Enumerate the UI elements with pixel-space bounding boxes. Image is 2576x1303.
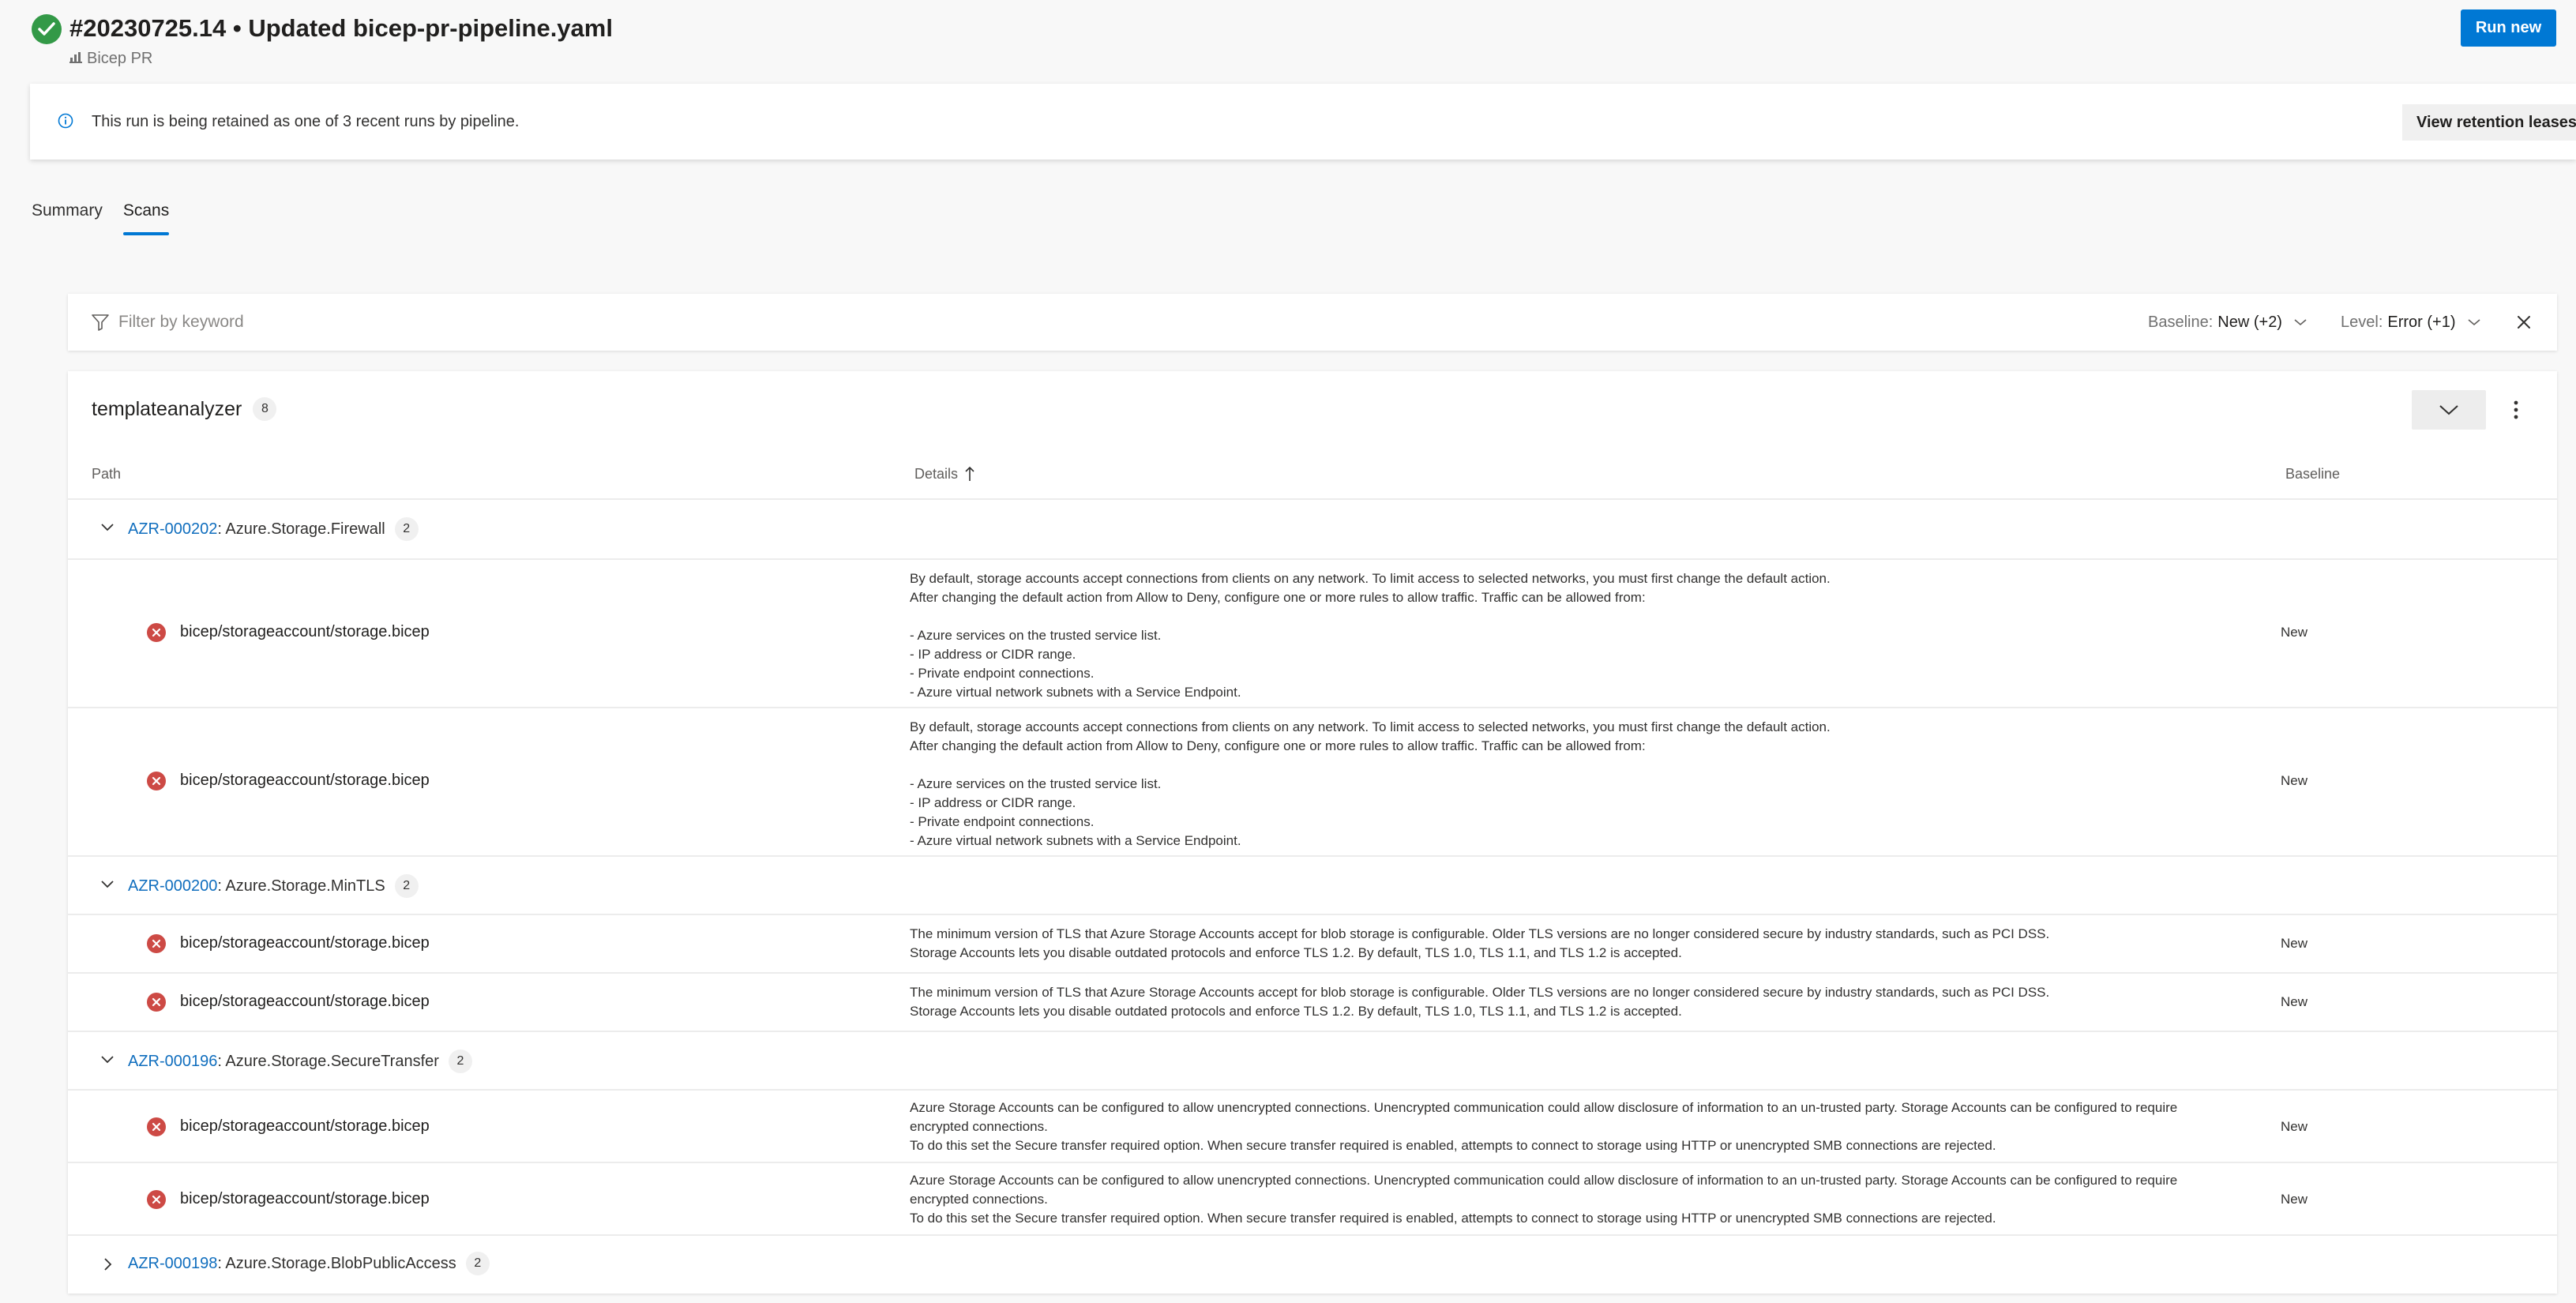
tool-name: templateanalyzer	[92, 398, 242, 420]
pipeline-name: Bicep PR	[87, 50, 153, 67]
result-baseline: New	[2281, 994, 2308, 1009]
group-count-badge: 2	[465, 1252, 490, 1275]
tool-header: templateanalyzer 8	[92, 395, 277, 423]
level-filter-label: Level:	[2341, 314, 2383, 331]
error-circle-icon	[147, 934, 166, 953]
collapse-all-button[interactable]	[2412, 390, 2486, 430]
run-header: #20230725.14 • Updated bicep-pr-pipeline…	[32, 9, 2559, 68]
tab-summary[interactable]: Summary	[32, 196, 103, 237]
chevron-down-icon	[2293, 311, 2308, 333]
result-details: The minimum version of TLS that Azure St…	[910, 985, 2050, 1019]
group-count-badge: 2	[394, 517, 419, 541]
result-details: Azure Storage Accounts can be configured…	[910, 1173, 2178, 1226]
chevron-down-icon	[2467, 311, 2481, 333]
more-options-icon[interactable]	[2508, 395, 2524, 425]
result-baseline: New	[2281, 625, 2308, 640]
results-card: templateanalyzer 8 Path Details Baseline…	[68, 371, 2557, 1294]
result-row[interactable]: bicep/storageaccount/storage.bicep Azure…	[68, 1162, 2557, 1234]
run-title: #20230725.14 • Updated bicep-pr-pipeline…	[69, 14, 613, 42]
rule-id-link[interactable]: AZR-000200	[128, 877, 217, 895]
group-count-badge: 2	[448, 1050, 472, 1073]
result-row[interactable]: bicep/storageaccount/storage.bicep Azure…	[68, 1089, 2557, 1162]
result-path: bicep/storageaccount/storage.bicep	[180, 1190, 430, 1207]
rule-id-link[interactable]: AZR-000202	[128, 520, 217, 538]
filter-icon	[90, 312, 111, 336]
result-path: bicep/storageaccount/storage.bicep	[180, 623, 430, 640]
result-row[interactable]: bicep/storageaccount/storage.bicep By de…	[68, 558, 2557, 707]
error-circle-icon	[147, 1190, 166, 1209]
sort-ascending-icon	[965, 466, 974, 481]
column-header-details[interactable]: Details	[914, 464, 975, 483]
result-details: The minimum version of TLS that Azure St…	[910, 926, 2050, 960]
rule-name: : Azure.Storage.BlobPublicAccess	[217, 1254, 456, 1272]
scan-results-page: #20230725.14 • Updated bicep-pr-pipeline…	[0, 0, 2576, 1303]
result-row[interactable]: bicep/storageaccount/storage.bicep The m…	[68, 972, 2557, 1031]
column-header-details-label: Details	[914, 466, 959, 482]
filter-bar: Baseline: New (+2) Level: Error (+1)	[68, 294, 2557, 351]
view-retention-leases-button[interactable]: View retention leases	[2402, 104, 2576, 141]
baseline-filter-label: Baseline:	[2148, 314, 2214, 331]
result-path: bicep/storageaccount/storage.bicep	[180, 1117, 430, 1135]
baseline-filter-dropdown[interactable]: Baseline: New (+2)	[2148, 311, 2308, 333]
chevron-right-icon[interactable]	[103, 1256, 114, 1276]
error-circle-icon	[147, 623, 166, 642]
error-circle-icon	[147, 993, 166, 1012]
rule-id-link[interactable]: AZR-000198	[128, 1255, 217, 1272]
pipeline-link[interactable]: Bicep PR	[69, 49, 152, 68]
rule-name: : Azure.Storage.MinTLS	[217, 877, 385, 895]
rule-name: : Azure.Storage.Firewall	[217, 520, 385, 538]
tab-scans[interactable]: Scans	[122, 196, 170, 237]
rule-id-link[interactable]: AZR-000196	[128, 1053, 217, 1070]
result-row[interactable]: bicep/storageaccount/storage.bicep By de…	[68, 707, 2557, 855]
column-header-baseline[interactable]: Baseline	[2285, 464, 2340, 483]
result-baseline: New	[2281, 773, 2308, 788]
error-circle-icon	[147, 772, 166, 790]
chevron-down-icon[interactable]	[100, 522, 115, 537]
tab-bar: Summary Scans	[32, 196, 170, 237]
chevron-down-icon	[2439, 405, 2458, 415]
rule-group-row[interactable]: AZR-000196: Azure.Storage.SecureTransfer…	[68, 1031, 2557, 1089]
baseline-filter-value: New (+2)	[2217, 314, 2282, 331]
retention-banner: This run is being retained as one of 3 r…	[30, 84, 2576, 160]
check-circle-icon	[32, 14, 62, 44]
keyword-filter-input[interactable]	[118, 308, 908, 336]
error-circle-icon	[147, 1117, 166, 1136]
run-new-button[interactable]: Run new	[2461, 9, 2556, 47]
rule-name: : Azure.Storage.SecureTransfer	[217, 1052, 439, 1070]
group-count-badge: 2	[394, 874, 419, 898]
clear-filters-icon[interactable]	[2513, 311, 2535, 333]
result-count-badge: 8	[253, 397, 277, 421]
column-header-path[interactable]: Path	[92, 464, 121, 483]
rule-group-row[interactable]: AZR-000202: Azure.Storage.Firewall 2	[68, 498, 2557, 558]
rule-group-row[interactable]: AZR-000200: Azure.Storage.MinTLS 2	[68, 855, 2557, 914]
pipeline-icon	[69, 49, 82, 68]
result-details: Azure Storage Accounts can be configured…	[910, 1100, 2178, 1153]
result-path: bicep/storageaccount/storage.bicep	[180, 934, 430, 952]
banner-message: This run is being retained as one of 3 r…	[92, 113, 520, 130]
chevron-down-icon[interactable]	[100, 879, 115, 894]
result-baseline: New	[2281, 936, 2308, 951]
result-row[interactable]: bicep/storageaccount/storage.bicep The m…	[68, 914, 2557, 972]
result-path: bicep/storageaccount/storage.bicep	[180, 772, 430, 789]
result-baseline: New	[2281, 1192, 2308, 1207]
level-filter-dropdown[interactable]: Level: Error (+1)	[2341, 311, 2481, 333]
result-details: By default, storage accounts accept conn…	[910, 719, 1831, 848]
result-path: bicep/storageaccount/storage.bicep	[180, 993, 430, 1010]
result-baseline: New	[2281, 1119, 2308, 1134]
info-icon	[57, 112, 74, 133]
level-filter-value: Error (+1)	[2387, 314, 2456, 331]
chevron-down-icon[interactable]	[100, 1054, 115, 1069]
result-details: By default, storage accounts accept conn…	[910, 571, 1831, 700]
rule-group-row[interactable]: AZR-000198: Azure.Storage.BlobPublicAcce…	[68, 1234, 2557, 1294]
